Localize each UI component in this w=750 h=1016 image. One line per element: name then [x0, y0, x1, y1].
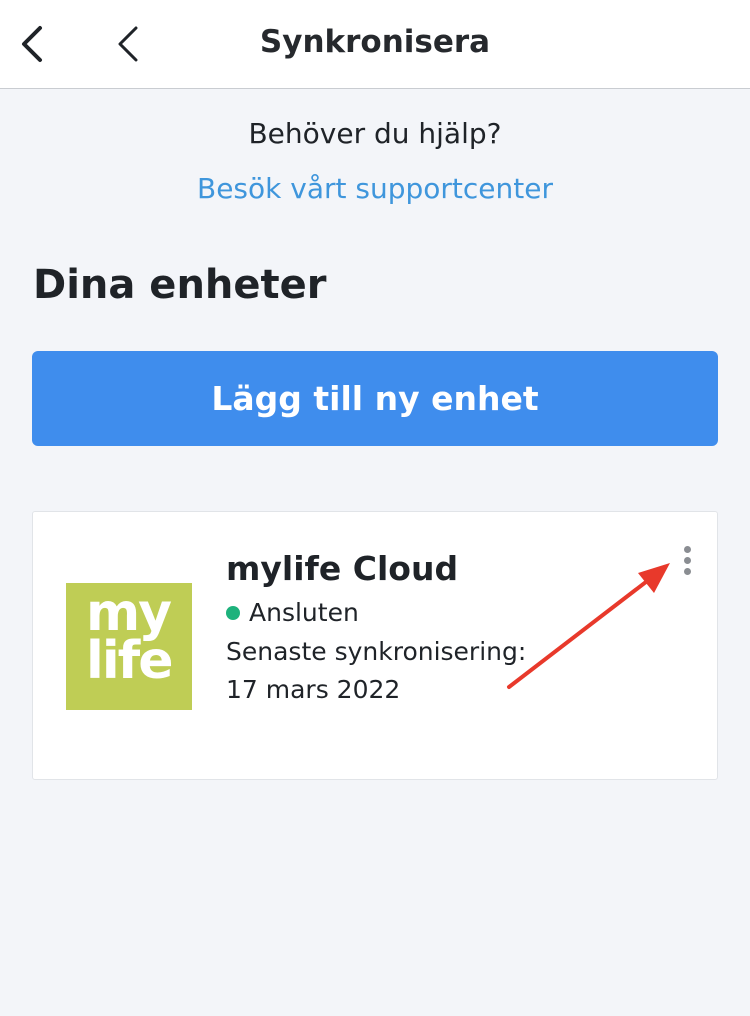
devices-section-title: Dina enheter: [33, 262, 327, 308]
more-vertical-icon-dot: [683, 556, 691, 564]
logo-text-line2: life: [86, 631, 174, 691]
last-sync-date: 17 mars 2022: [226, 675, 401, 704]
status-dot-icon: [226, 605, 240, 620]
top-navigation-bar: Synkronisera: [0, 0, 750, 89]
more-vertical-icon-dot: [683, 567, 691, 575]
add-device-button[interactable]: Lägg till ny enhet: [32, 351, 718, 446]
help-question: Behöver du hjälp?: [248, 117, 502, 150]
more-vertical-icon: [683, 545, 691, 553]
device-name: mylife Cloud: [226, 549, 459, 588]
logo-text: my life: [86, 583, 174, 691]
annotation-arrow-icon: [507, 563, 670, 689]
logo-text-line1: my: [86, 583, 172, 643]
page-title: Synkronisera: [259, 24, 491, 60]
status-label: Ansluten: [249, 598, 359, 627]
last-sync-label: Senaste synkronisering:: [226, 637, 527, 666]
connection-status: Ansluten: [226, 598, 359, 627]
mylife-logo: my life: [66, 583, 192, 710]
support-center-link[interactable]: Besök vårt supportcenter: [0, 172, 750, 205]
